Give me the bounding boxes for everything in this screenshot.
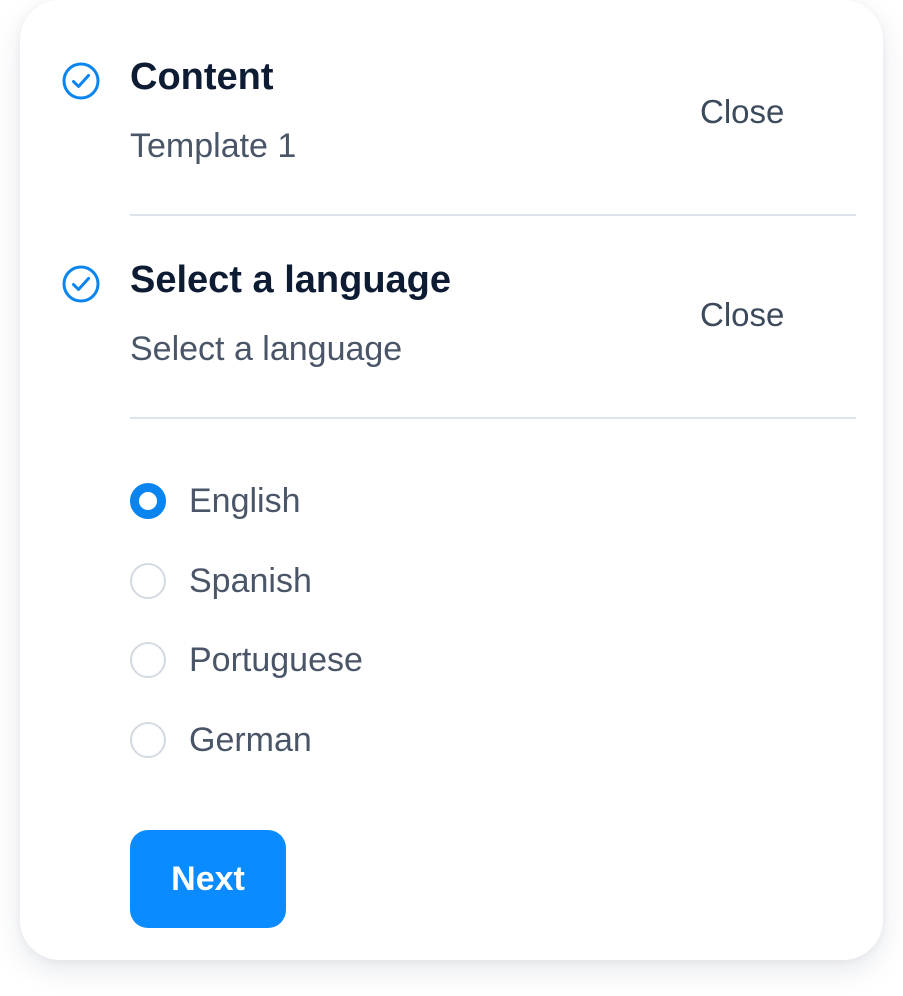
radio-label: English — [189, 482, 301, 520]
divider — [130, 214, 856, 216]
divider — [130, 417, 856, 419]
radio-button[interactable] — [130, 722, 166, 758]
radio-label: Portuguese — [189, 641, 363, 679]
radio-option-german[interactable]: German — [130, 722, 530, 762]
radio-label: German — [189, 721, 312, 759]
radio-button[interactable] — [130, 642, 166, 678]
radio-option-english[interactable]: English — [130, 483, 530, 523]
language-selection-card: Content Template 1 Close Select a langua… — [20, 0, 883, 960]
step-subtitle: Template 1 — [130, 127, 297, 165]
step-subtitle: Select a language — [130, 330, 403, 368]
close-button[interactable]: Close — [700, 95, 784, 128]
next-button[interactable]: Next — [130, 830, 286, 928]
close-button[interactable]: Close — [700, 298, 784, 331]
radio-option-portuguese[interactable]: Portuguese — [130, 642, 530, 682]
radio-label: Spanish — [189, 562, 312, 600]
radio-button[interactable] — [130, 563, 166, 599]
step-title: Content — [130, 56, 274, 98]
check-circle-icon — [61, 264, 101, 304]
radio-button-selected[interactable] — [130, 483, 166, 519]
radio-option-spanish[interactable]: Spanish — [130, 563, 530, 603]
step-title: Select a language — [130, 259, 452, 301]
check-circle-icon — [61, 61, 101, 101]
